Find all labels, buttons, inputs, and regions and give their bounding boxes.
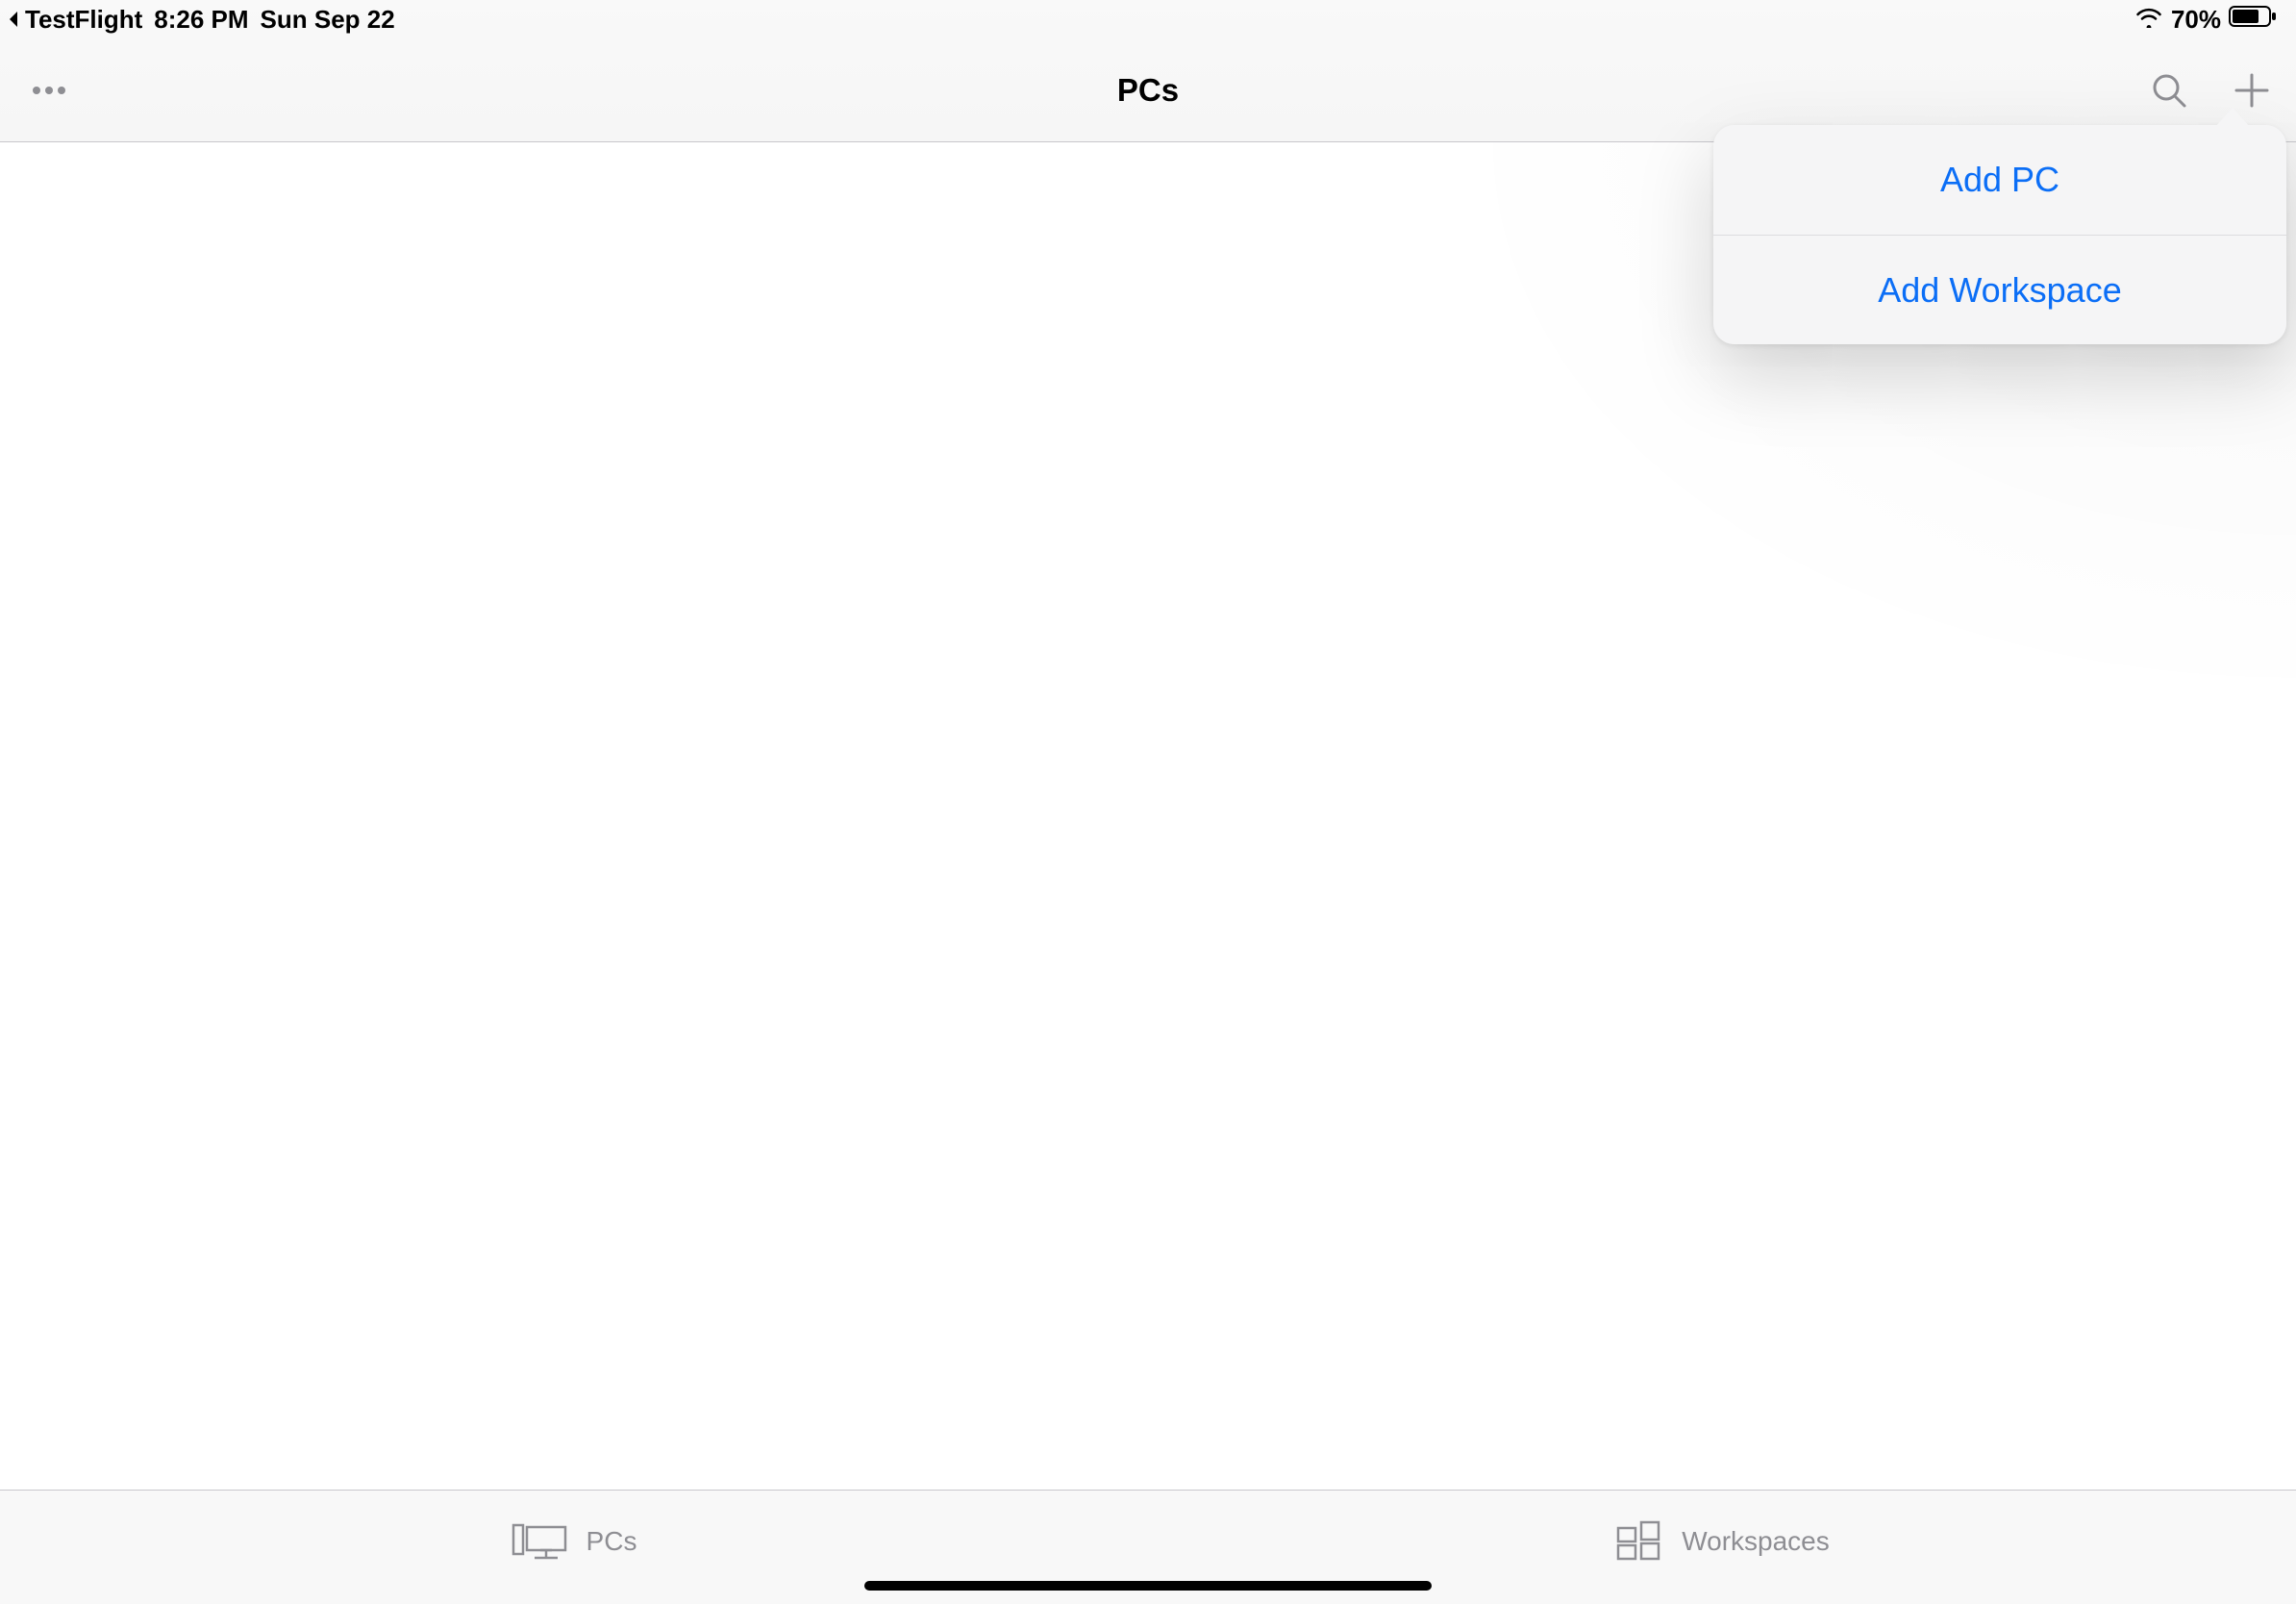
search-icon — [2150, 71, 2188, 110]
content-area — [0, 142, 2296, 1490]
menu-item-add-pc[interactable]: Add PC — [1713, 125, 2286, 235]
page-title: PCs — [1117, 72, 1179, 109]
home-indicator[interactable] — [864, 1581, 1432, 1591]
status-date: Sun Sep 22 — [261, 5, 395, 35]
pc-icon — [512, 1521, 569, 1562]
back-to-app[interactable]: TestFlight — [6, 5, 142, 35]
status-left: TestFlight 8:26 PM Sun Sep 22 — [6, 5, 395, 35]
menu-item-add-workspace[interactable]: Add Workspace — [1713, 235, 2286, 344]
tab-bar: PCs Workspaces — [0, 1490, 2296, 1604]
back-app-label: TestFlight — [25, 5, 142, 35]
add-menu-popover: Add PC Add Workspace — [1713, 125, 2286, 344]
plus-icon — [2233, 71, 2271, 110]
back-chevron-icon — [6, 10, 21, 29]
menu-item-label: Add Workspace — [1878, 270, 2121, 311]
menu-item-label: Add PC — [1940, 160, 2059, 200]
tab-label: PCs — [586, 1526, 637, 1557]
battery-icon — [2229, 5, 2277, 35]
status-bar: TestFlight 8:26 PM Sun Sep 22 70% — [0, 0, 2296, 38]
battery-pct: 70% — [2171, 5, 2221, 35]
search-button[interactable] — [2150, 71, 2188, 110]
add-button[interactable] — [2233, 71, 2271, 110]
wifi-icon — [2134, 5, 2163, 35]
more-button[interactable] — [31, 85, 67, 96]
workspaces-icon — [1614, 1520, 1664, 1563]
status-right: 70% — [2134, 5, 2277, 35]
ellipsis-icon — [31, 85, 67, 96]
tab-label: Workspaces — [1682, 1526, 1830, 1557]
status-time: 8:26 PM — [154, 5, 248, 35]
